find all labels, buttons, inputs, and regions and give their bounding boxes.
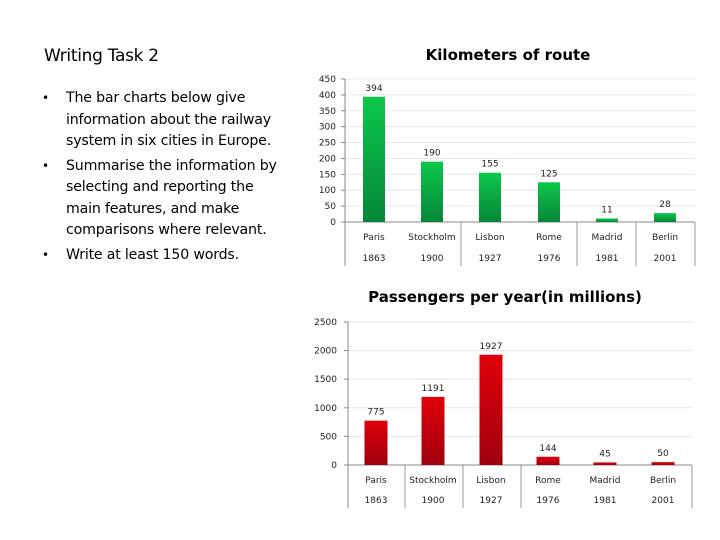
year-label: 1976 — [537, 496, 560, 506]
category-label: Rome — [535, 476, 561, 486]
year-label: 1981 — [596, 254, 619, 264]
y-tick-label: 2000 — [314, 347, 337, 357]
data-label: 190 — [423, 149, 440, 159]
y-tick-label: 350 — [319, 107, 336, 117]
bar-berlin — [654, 213, 676, 222]
y-tick-label: 450 — [319, 75, 336, 85]
category-label: Paris — [365, 476, 387, 486]
year-label: 1927 — [479, 254, 502, 264]
data-label: 45 — [599, 449, 610, 459]
category-label: Madrid — [590, 476, 621, 486]
data-label: 394 — [365, 84, 382, 94]
category-label: Lisbon — [476, 476, 505, 486]
bar-stockholm — [421, 161, 443, 222]
category-label: Berlin — [652, 233, 678, 243]
bar-lisbon — [479, 354, 503, 465]
year-label: 1981 — [594, 496, 617, 506]
y-tick-label: 200 — [319, 154, 336, 164]
year-label: 2001 — [652, 496, 675, 506]
y-tick-label: 0 — [331, 461, 337, 471]
y-tick-label: 150 — [319, 170, 336, 180]
category-label: Berlin — [650, 476, 676, 486]
bar-rome — [538, 182, 560, 222]
y-tick-label: 500 — [320, 432, 337, 442]
y-tick-label: 1500 — [314, 375, 337, 385]
y-tick-label: 300 — [319, 123, 336, 133]
year-label: 1976 — [538, 254, 561, 264]
data-label: 1927 — [480, 342, 503, 352]
category-label: Paris — [363, 233, 385, 243]
data-label: 144 — [539, 444, 556, 454]
category-label: Stockholm — [408, 233, 455, 243]
year-label: 2001 — [654, 254, 677, 264]
bar-lisbon — [479, 172, 501, 222]
category-label: Lisbon — [475, 233, 504, 243]
y-tick-label: 50 — [325, 202, 337, 212]
category-label: Rome — [536, 233, 562, 243]
year-label: 1863 — [363, 254, 386, 264]
year-label: 1900 — [422, 496, 445, 506]
data-label: 50 — [657, 449, 669, 459]
data-label: 155 — [481, 160, 498, 170]
passengers-chart: Passengers per year(in millions) 0 500 1000… — [314, 288, 693, 508]
category-label: Stockholm — [409, 476, 456, 486]
bar-rome — [536, 456, 560, 465]
year-label: 1863 — [365, 496, 388, 506]
data-label: 125 — [540, 169, 557, 179]
data-label: 775 — [367, 408, 384, 418]
data-label: 28 — [659, 200, 671, 210]
bar-stockholm — [421, 396, 445, 465]
year-label: 1927 — [480, 496, 503, 506]
year-label: 1900 — [421, 254, 444, 264]
bar-berlin — [651, 462, 675, 465]
bar-madrid — [596, 218, 618, 222]
y-tick-label: 400 — [319, 91, 336, 101]
bar-paris — [363, 96, 385, 222]
data-label: 1191 — [422, 384, 445, 394]
bar-charts: Kilometers of route 0 50 100 150 200 250 300 350… — [314, 46, 696, 508]
bar-madrid — [593, 462, 617, 465]
kilometers-chart: Kilometers of route 0 50 100 150 200 250 300 350… — [319, 46, 696, 266]
y-tick-label: 250 — [319, 139, 336, 149]
chart-title: Passengers per year(in millions) — [368, 288, 642, 306]
bar-paris — [364, 420, 388, 465]
chart-title: Kilometers of route — [426, 46, 591, 64]
y-tick-label: 1000 — [314, 404, 337, 414]
y-tick-label: 0 — [330, 218, 336, 228]
data-label: 11 — [601, 206, 612, 216]
y-tick-label: 2500 — [314, 318, 337, 328]
category-label: Madrid — [592, 233, 623, 243]
y-tick-label: 100 — [319, 186, 336, 196]
